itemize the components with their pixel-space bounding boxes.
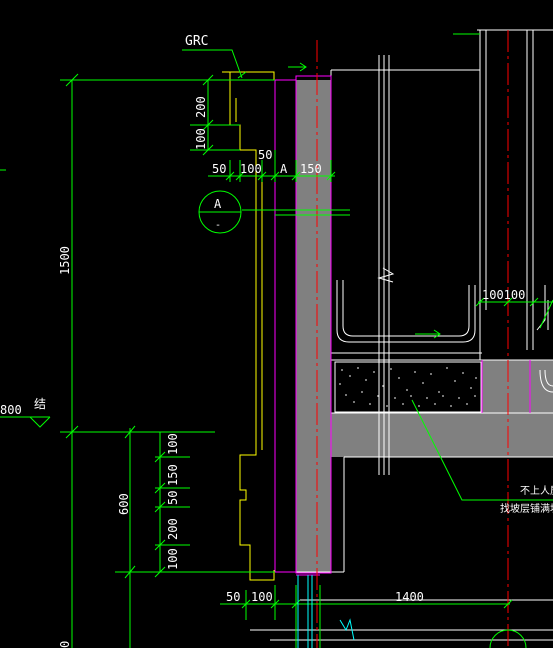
concrete-section [296,80,553,572]
grc-label: GRC [185,34,208,49]
axis-lines [316,30,509,648]
dim-1500: 1500 [58,246,72,275]
dim-50: 50 [212,162,226,176]
dim-a: A [280,162,288,176]
dim-lower-100b: 100 [166,548,180,570]
dim-bottom-100: 100 [251,590,273,604]
dim-lower-50: 50 [166,491,180,505]
bubble-sub: - [215,220,221,231]
insulation-block [334,361,482,413]
dim-100100: 100100 [482,288,525,302]
dim-1400: 1400 [395,590,424,604]
note-line-2: 找坡层铺满坡 [500,502,553,515]
dim-100: 100 [240,162,262,176]
dim-50-top: 50 [258,148,272,162]
dim-bottom-50: 50 [226,590,240,604]
flow-arrows [237,62,441,339]
dim-lower-100: 100 [166,433,180,455]
dim-200-vertical: 200 [194,96,208,118]
drip-details [297,575,355,648]
dim-lower-200: 200 [166,518,180,540]
left-edge-number: 0 [58,641,72,648]
dim-800: 800 [0,403,22,417]
bubble-letter: A [214,197,222,211]
dim-600: 600 [117,493,131,515]
elevation-char: 结 [34,397,46,411]
note-line-1: 不上人屋 [520,485,553,497]
dim-lower-150: 150 [166,464,180,486]
dim-100-vertical: 100 [194,128,208,150]
dim-150: 150 [300,162,322,176]
cad-drawing-canvas: A - GRC 200 100 50 50 100 A 150 1500 800… [0,29,553,648]
section-marker-bubble: A - [198,190,242,234]
